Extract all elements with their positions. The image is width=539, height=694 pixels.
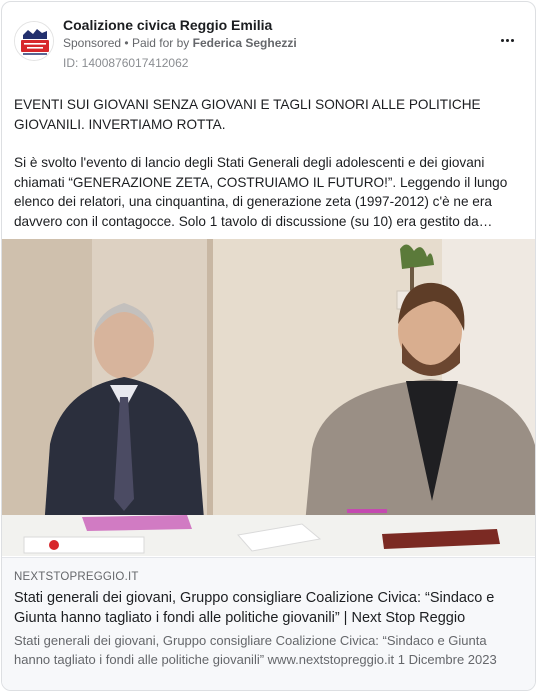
press-conference-photo bbox=[2, 239, 535, 556]
more-options-button[interactable] bbox=[495, 30, 519, 50]
sponsored-label[interactable]: Sponsored bbox=[63, 36, 121, 50]
ad-card: Coalizione civica Reggio Emilia Sponsore… bbox=[1, 1, 536, 691]
link-preview[interactable]: NEXTSTOPREGGIO.IT Stati generali dei gio… bbox=[2, 557, 535, 690]
ad-headline: EVENTI SUI GIOVANI SENZA GIOVANI E TAGLI… bbox=[14, 97, 481, 132]
ad-body-text: EVENTI SUI GIOVANI SENZA GIOVANI E TAGLI… bbox=[14, 95, 524, 231]
more-horizontal-icon bbox=[500, 38, 504, 42]
sponsored-line: Sponsored • Paid for by Federica Seghezz… bbox=[63, 36, 297, 50]
page-avatar[interactable] bbox=[14, 21, 54, 61]
paid-by-name[interactable]: Federica Seghezzi bbox=[193, 36, 297, 50]
coalizione-logo bbox=[15, 22, 53, 60]
link-title[interactable]: Stati generali dei giovani, Gruppo consi… bbox=[14, 588, 519, 628]
ad-id: ID: 1400876017412062 bbox=[63, 56, 189, 70]
page-name[interactable]: Coalizione civica Reggio Emilia bbox=[63, 17, 272, 33]
paid-for-label: Paid for by bbox=[131, 36, 190, 50]
link-domain: NEXTSTOPREGGIO.IT bbox=[14, 571, 139, 583]
link-description: Stati generali dei giovani, Gruppo consi… bbox=[14, 633, 497, 667]
ad-paragraph: Si è svolto l'evento di lancio degli Sta… bbox=[14, 155, 508, 229]
ad-image[interactable] bbox=[2, 239, 535, 556]
ad-header: Coalizione civica Reggio Emilia Sponsore… bbox=[2, 2, 535, 80]
separator-dot: • bbox=[124, 36, 129, 50]
